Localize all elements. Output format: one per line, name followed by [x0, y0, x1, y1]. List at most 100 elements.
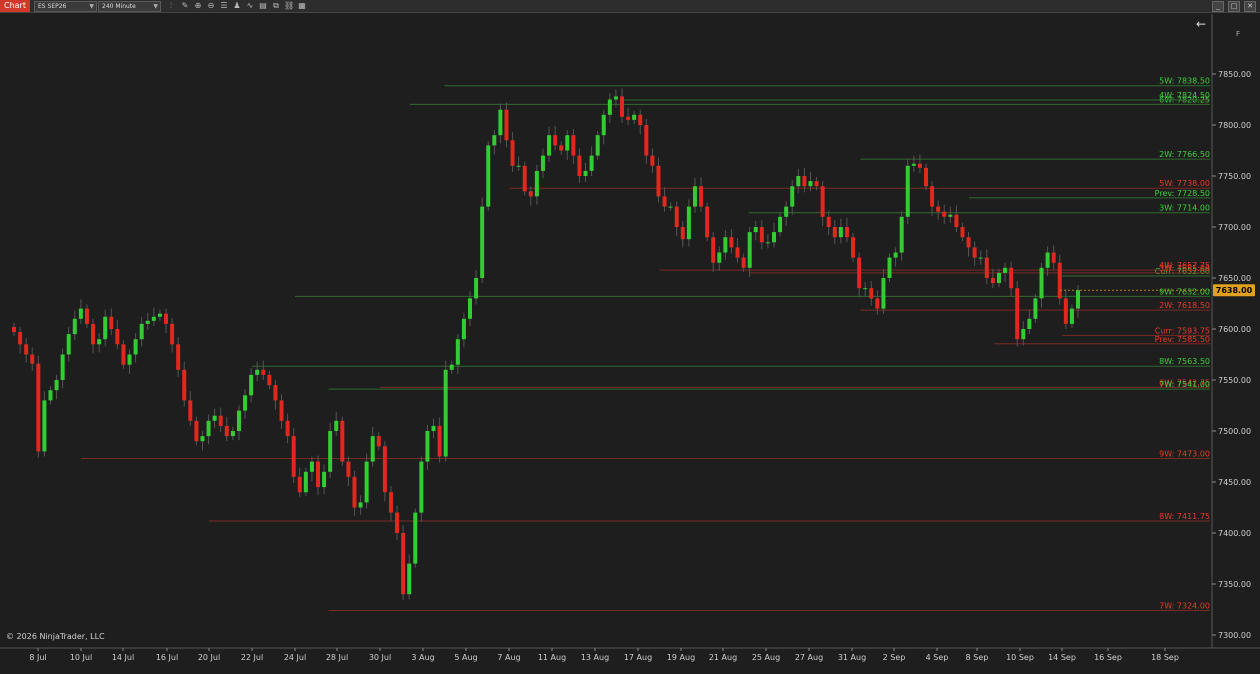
y-tick-label: 7600.00 [1218, 325, 1251, 334]
candle-down [990, 278, 995, 284]
candle-up [468, 298, 472, 319]
x-tick-label: 19 Aug [667, 653, 695, 662]
candle-down [924, 167, 928, 187]
candle-down [1051, 252, 1056, 263]
candle-up [449, 364, 454, 370]
candle-up [607, 99, 612, 115]
candle-up [230, 431, 235, 437]
candle-up [419, 461, 424, 513]
candle-up [753, 227, 758, 233]
candle-up [72, 318, 77, 335]
candle-up [1021, 329, 1026, 340]
candle-up [717, 252, 722, 263]
candle-up [54, 380, 59, 391]
candle-down [24, 344, 29, 355]
candle-down [571, 135, 576, 156]
candle-up [1069, 308, 1074, 324]
candle-down [297, 476, 302, 493]
candle-down [917, 163, 922, 168]
level-label: 5W: 7838.50 [1159, 77, 1210, 86]
candle-down [115, 329, 120, 345]
level-label: 2W: 7618.50 [1159, 301, 1210, 310]
y-tick-label: 7350.00 [1218, 580, 1251, 589]
level-label: 5W: 7738.00 [1159, 179, 1210, 188]
candle-up [1039, 267, 1044, 299]
y-tick-label: 7450.00 [1218, 478, 1251, 487]
candle-up [632, 114, 637, 120]
candle-down [644, 125, 649, 156]
x-tick-label: 31 Aug [838, 653, 866, 662]
candle-down [510, 140, 515, 166]
candle-up [309, 461, 314, 472]
x-tick-label: 4 Sep [926, 653, 949, 662]
candle-up [370, 436, 375, 462]
candle-up [206, 420, 211, 437]
candle-down [437, 425, 442, 457]
candle-up [492, 135, 497, 146]
candle-down [699, 186, 704, 207]
x-tick-label: 14 Jul [112, 653, 134, 662]
candle-down [875, 298, 880, 309]
level-label: Prev: 7728.50 [1155, 189, 1210, 198]
x-tick-label: 11 Aug [538, 653, 566, 662]
level-label: 9W: 7632.00 [1159, 287, 1210, 296]
x-tick-label: 10 Sep [1006, 653, 1034, 662]
axis-frame [0, 14, 1260, 649]
candle-down [650, 155, 655, 166]
candle-up [905, 165, 910, 217]
candle-down [30, 354, 35, 364]
candle-up [1003, 267, 1008, 273]
candle-down [267, 374, 272, 386]
candle-up [60, 354, 65, 380]
candle-down [176, 344, 181, 370]
candle-up [996, 272, 1001, 284]
level-label: 2W: 7766.50 [1159, 150, 1210, 159]
candle-up [212, 415, 217, 421]
candle-down [18, 332, 23, 345]
candle-down [662, 196, 667, 207]
price-chart[interactable]: 5W: 7838.506W: 7820.254W: 7824.502W: 776… [0, 0, 1260, 674]
candle-up [747, 232, 752, 268]
candle-up [540, 155, 545, 171]
candle-up [139, 323, 144, 340]
candle-down [559, 145, 564, 151]
candle-up [243, 395, 248, 411]
candle-up [303, 471, 308, 493]
candle-up [772, 232, 776, 243]
candle-down [522, 165, 527, 192]
x-tick-label: 8 Jul [29, 653, 46, 662]
candle-down [705, 206, 710, 238]
candle-up [601, 114, 606, 136]
candle-down [857, 257, 862, 289]
candles [12, 88, 1080, 601]
candle-down [638, 114, 643, 125]
back-arrow-icon[interactable]: ← [1196, 17, 1206, 31]
y-tick-label: 7850.00 [1218, 70, 1251, 79]
x-tick-label: 21 Aug [709, 653, 737, 662]
candle-down [741, 257, 746, 268]
candle-up [431, 425, 436, 431]
candle-up [881, 278, 886, 309]
candle-down [401, 533, 406, 595]
candle-down [826, 216, 831, 227]
candle-up [595, 135, 600, 156]
x-tick-label: 13 Aug [581, 653, 609, 662]
candle-down [656, 165, 661, 197]
price-axis[interactable]: 7300.00 7350.00 7400.00 7450.00 7500.00 7550.… [1212, 70, 1251, 640]
candle-up [911, 163, 916, 166]
x-tick-label: 25 Aug [752, 653, 780, 662]
candle-up [443, 369, 448, 457]
candle-down [620, 96, 624, 117]
time-axis[interactable]: 8 Jul 10 Jul 14 Jul 16 Jul 20 Jul 22 Jul 24 Ju… [29, 648, 1179, 662]
candle-down [851, 237, 856, 258]
candle-down [553, 135, 558, 146]
candle-down [395, 512, 400, 533]
candle-down [954, 214, 959, 227]
candle-down [109, 316, 114, 329]
x-tick-label: 5 Aug [454, 653, 477, 662]
candle-down [759, 227, 764, 243]
candle-down [674, 206, 679, 227]
candle-up [887, 257, 892, 278]
candle-up [103, 316, 108, 340]
candle-up [151, 316, 156, 321]
